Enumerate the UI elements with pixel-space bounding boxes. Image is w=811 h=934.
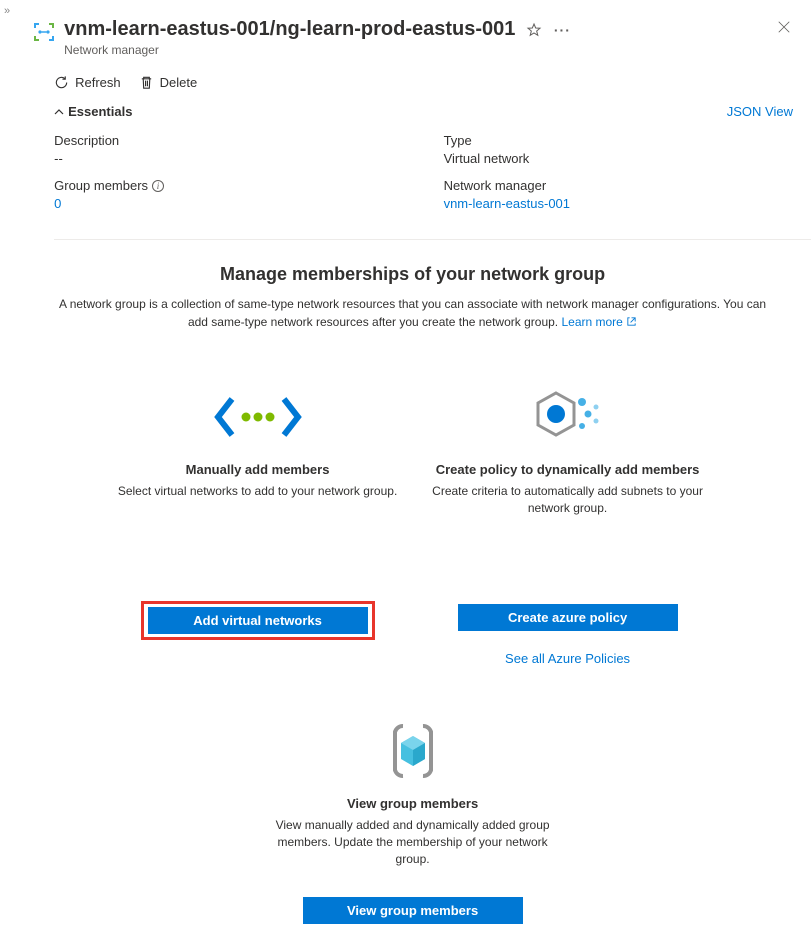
essentials-toggle[interactable]: Essentials bbox=[54, 104, 132, 119]
description-value: -- bbox=[54, 151, 403, 166]
create-azure-policy-button[interactable]: Create azure policy bbox=[458, 604, 678, 631]
network-manager-label: Network manager bbox=[444, 178, 793, 193]
favorite-star-icon[interactable] bbox=[525, 21, 543, 39]
learn-more-link[interactable]: Learn more bbox=[561, 315, 637, 329]
hero-section: Manage memberships of your network group… bbox=[14, 240, 811, 342]
page-header: vnm-learn-eastus-001/ng-learn-prod-eastu… bbox=[14, 0, 811, 65]
command-bar: Refresh Delete bbox=[14, 65, 811, 100]
info-icon[interactable]: i bbox=[152, 180, 164, 192]
network-icon bbox=[208, 382, 308, 452]
expand-handle[interactable]: » bbox=[0, 0, 14, 934]
close-icon[interactable] bbox=[775, 18, 793, 36]
delete-button[interactable]: Delete bbox=[139, 75, 198, 90]
essentials-label-text: Essentials bbox=[68, 104, 132, 119]
group-members-value[interactable]: 0 bbox=[54, 196, 403, 211]
cube-icon bbox=[373, 716, 453, 786]
page-title: vnm-learn-eastus-001/ng-learn-prod-eastu… bbox=[64, 18, 515, 41]
network-manager-value[interactable]: vnm-learn-eastus-001 bbox=[444, 196, 793, 211]
type-value: Virtual network bbox=[444, 151, 793, 166]
policy-icon bbox=[528, 382, 608, 452]
cards-row: Manually add members Select virtual netw… bbox=[14, 342, 811, 686]
delete-label: Delete bbox=[160, 75, 198, 90]
description-label: Description bbox=[54, 133, 403, 148]
view-members-card: View group members View manually added a… bbox=[14, 686, 811, 934]
manual-card-desc: Select virtual networks to add to your n… bbox=[118, 483, 397, 531]
essentials-grid: Description -- Group members i 0 Type bbox=[54, 123, 811, 240]
hero-description: A network group is a collection of same-… bbox=[54, 295, 771, 332]
policy-card: Create policy to dynamically add members… bbox=[428, 382, 708, 666]
type-label: Type bbox=[444, 133, 793, 148]
refresh-button[interactable]: Refresh bbox=[54, 75, 121, 90]
json-view-link[interactable]: JSON View bbox=[727, 104, 793, 119]
chevron-up-icon bbox=[54, 107, 64, 117]
view-group-members-button[interactable]: View group members bbox=[303, 897, 523, 924]
add-virtual-networks-button[interactable]: Add virtual networks bbox=[148, 607, 368, 634]
resource-type-label: Network manager bbox=[64, 43, 775, 57]
external-link-icon bbox=[626, 314, 637, 332]
resource-icon bbox=[32, 20, 56, 44]
view-card-desc: View manually added and dynamically adde… bbox=[273, 817, 553, 867]
hero-title: Manage memberships of your network group bbox=[54, 264, 771, 285]
refresh-label: Refresh bbox=[75, 75, 121, 90]
policy-card-title: Create policy to dynamically add members bbox=[436, 462, 700, 477]
delete-icon bbox=[139, 75, 154, 90]
refresh-icon bbox=[54, 75, 69, 90]
see-all-policies-link[interactable]: See all Azure Policies bbox=[505, 651, 630, 666]
group-members-label: Group members i bbox=[54, 178, 403, 193]
manual-card-title: Manually add members bbox=[186, 462, 330, 477]
view-card-title: View group members bbox=[347, 796, 478, 811]
policy-card-desc: Create criteria to automatically add sub… bbox=[428, 483, 708, 531]
more-menu-icon[interactable]: ··· bbox=[553, 21, 571, 39]
manual-add-card: Manually add members Select virtual netw… bbox=[118, 382, 398, 666]
highlight-annotation: Add virtual networks bbox=[141, 601, 375, 640]
